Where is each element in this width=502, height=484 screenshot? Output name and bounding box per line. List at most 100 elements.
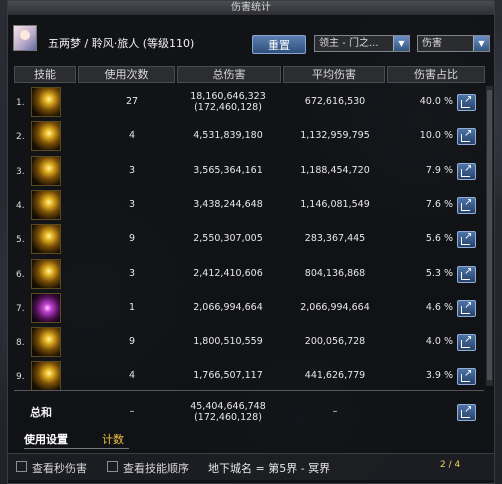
- total-damage-value: 18,160,646,323: [190, 91, 266, 102]
- use-count: 4: [128, 130, 136, 142]
- avg-damage: 1,146,081,549: [300, 198, 370, 210]
- window-title[interactable]: 伤害统计: [8, 1, 494, 16]
- summary-total: 45,404,646,748 (172,460,128): [177, 401, 279, 423]
- damage-percent: 4.6 %: [425, 301, 453, 313]
- col-total[interactable]: 总伤害: [177, 66, 281, 83]
- col-avg[interactable]: 平均伤害: [283, 66, 385, 83]
- total-damage: 2,412,410,606: [177, 268, 279, 279]
- row-index: 1.: [16, 98, 25, 108]
- use-count: 9: [128, 233, 136, 245]
- share-icon[interactable]: [457, 196, 476, 214]
- total-damage-value: 2,412,410,606: [193, 267, 263, 279]
- reset-button[interactable]: 重置: [252, 35, 306, 54]
- skill-icon[interactable]: [31, 361, 61, 392]
- row-index: 6.: [16, 269, 25, 280]
- character-avatar: [13, 25, 37, 51]
- row-index: 2.: [16, 132, 25, 143]
- skill-icon[interactable]: [31, 87, 61, 117]
- checkbox-skill-order-label[interactable]: 查看技能顺序: [123, 460, 189, 476]
- table-row: 4. 3 3,438,244,648 1,146,081,549 7.6 %: [8, 189, 494, 223]
- tab-count[interactable]: 计数: [102, 431, 124, 447]
- avg-damage: 804,136,868: [304, 267, 366, 279]
- share-icon[interactable]: [457, 368, 476, 386]
- target-dropdown[interactable]: 领主 - 门之... ▼: [314, 35, 410, 52]
- row-index: 9.: [16, 372, 25, 383]
- total-damage-value: 4,531,839,180: [193, 130, 263, 142]
- use-count: 1: [128, 301, 136, 313]
- share-icon[interactable]: [457, 162, 476, 180]
- row-index: 4.: [16, 200, 25, 211]
- total-damage-value: 1,766,507,117: [193, 370, 263, 382]
- skill-icon[interactable]: [31, 258, 61, 289]
- type-dropdown[interactable]: 伤害 ▼: [417, 35, 490, 52]
- type-dropdown-value: 伤害: [422, 38, 442, 49]
- row-index: 7.: [16, 303, 25, 314]
- total-damage-value: 1,800,510,559: [193, 336, 263, 348]
- col-pct[interactable]: 伤害占比: [387, 66, 485, 83]
- scrollbar[interactable]: [486, 86, 493, 386]
- use-count: 4: [128, 370, 136, 382]
- total-damage-sub: (172,460,128): [194, 102, 262, 113]
- checkbox-skill-order[interactable]: [107, 461, 118, 472]
- total-damage: 2,066,994,664: [177, 302, 279, 313]
- target-dropdown-value: 领主 - 门之...: [319, 38, 379, 49]
- avg-damage: 2,066,994,664: [300, 301, 370, 313]
- skill-icon[interactable]: [31, 327, 61, 358]
- damage-percent: 40.0 %: [419, 96, 453, 107]
- col-count[interactable]: 使用次数: [78, 66, 175, 83]
- skill-icon[interactable]: [31, 224, 61, 255]
- col-skill[interactable]: 技能: [14, 66, 76, 83]
- damage-percent: 5.3 %: [425, 267, 453, 279]
- table-row: 7. 1 2,066,994,664 2,066,994,664 4.6 %: [8, 292, 494, 326]
- checkbox-sec-damage-label[interactable]: 查看秒伤害: [32, 460, 87, 476]
- summary-total-value: 45,404,646,748: [190, 401, 266, 412]
- total-damage-value: 2,066,994,664: [193, 301, 263, 313]
- share-icon[interactable]: [457, 231, 476, 249]
- damage-percent: 7.9 %: [425, 164, 453, 176]
- avg-damage: 200,056,728: [304, 336, 366, 348]
- tab-settings[interactable]: 使用设置: [24, 431, 68, 447]
- table-row: 5. 9 2,550,307,005 283,367,445 5.6 %: [8, 223, 494, 257]
- checkbox-sec-damage[interactable]: [16, 461, 27, 472]
- page-indicator: 2 / 4: [440, 460, 461, 470]
- total-damage: 2,550,307,005: [177, 233, 279, 244]
- damage-stats-window: 伤害统计 五两梦 / 聆风·旅人 (等级110) 重置 领主 - 门之... ▼…: [7, 0, 495, 484]
- share-icon[interactable]: [457, 265, 476, 283]
- total-damage: 18,160,646,323 (172,460,128): [177, 91, 279, 113]
- header: 五两梦 / 聆风·旅人 (等级110) 重置 领主 - 门之... ▼ 伤害 ▼: [8, 21, 494, 57]
- damage-percent: 7.6 %: [425, 198, 453, 210]
- summary-count: –: [129, 406, 135, 417]
- skill-icon[interactable]: [31, 121, 61, 152]
- table-row: 2. 4 4,531,839,180 1,132,959,795 10.0 %: [8, 120, 494, 154]
- summary-avg: –: [332, 406, 338, 417]
- total-damage: 4,531,839,180: [177, 130, 279, 141]
- total-damage: 3,565,364,161: [177, 165, 279, 176]
- avg-damage: 672,616,530: [304, 96, 366, 107]
- use-count: 9: [128, 336, 136, 348]
- share-icon[interactable]: [457, 94, 476, 111]
- chevron-down-icon[interactable]: ▼: [473, 36, 489, 51]
- table-row: 8. 9 1,800,510,559 200,056,728 4.0 %: [8, 326, 494, 360]
- row-index: 5.: [16, 235, 25, 246]
- chevron-down-icon[interactable]: ▼: [393, 36, 409, 51]
- row-index: 8.: [16, 338, 25, 349]
- damage-percent: 4.0 %: [425, 336, 453, 348]
- tab-underline: [24, 448, 129, 449]
- avg-damage: 1,188,454,720: [300, 164, 370, 176]
- summary-total-sub: (172,460,128): [194, 412, 262, 423]
- skill-icon[interactable]: [31, 292, 61, 323]
- total-damage: 1,800,510,559: [177, 336, 279, 347]
- row-index: 3.: [16, 166, 25, 177]
- share-icon[interactable]: [457, 299, 476, 317]
- share-icon[interactable]: [457, 334, 476, 352]
- total-damage-value: 2,550,307,005: [193, 233, 263, 245]
- skill-icon[interactable]: [31, 189, 61, 220]
- skill-icon[interactable]: [31, 155, 61, 186]
- divider: [14, 390, 484, 391]
- use-count: 3: [128, 164, 136, 176]
- damage-percent: 5.6 %: [425, 233, 453, 245]
- use-count: 3: [128, 267, 136, 279]
- use-count: 3: [128, 198, 136, 210]
- share-icon[interactable]: [457, 404, 476, 421]
- share-icon[interactable]: [457, 128, 476, 146]
